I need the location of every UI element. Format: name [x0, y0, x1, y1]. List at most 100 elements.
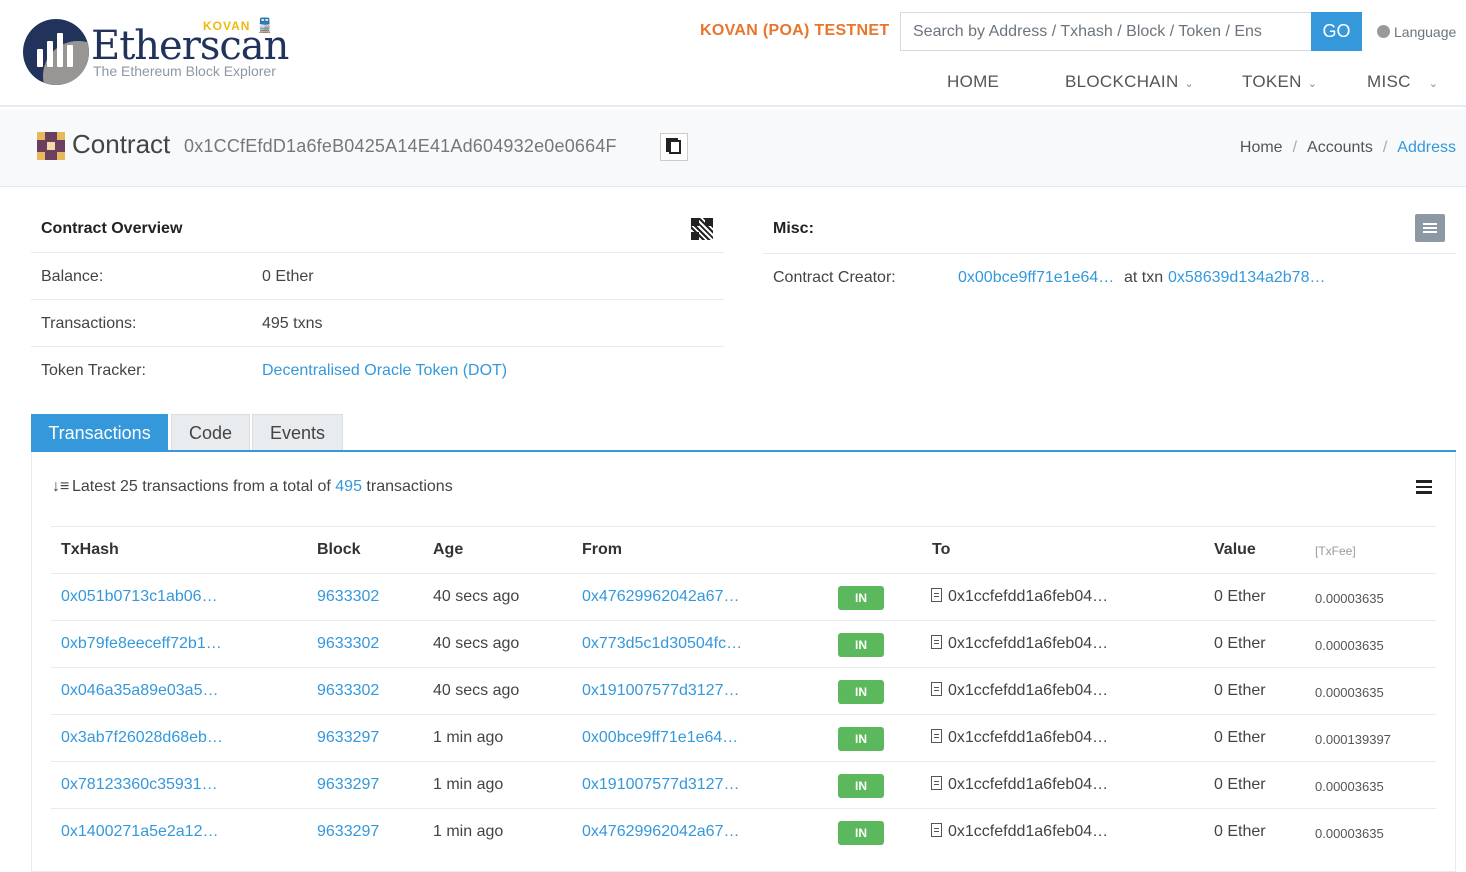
col-txfee[interactable]: [TxFee]: [1315, 544, 1356, 558]
to-address[interactable]: 0x1ccfefdd1a6feb04…: [931, 823, 1108, 841]
contract-file-icon: [931, 823, 942, 837]
from-address-link[interactable]: 0x191007577d3127…: [582, 776, 739, 794]
tx-age: 40 secs ago: [433, 635, 520, 652]
tx-fee: 0.00003635: [1315, 638, 1384, 653]
chevron-down-icon: ⌄: [1184, 78, 1195, 90]
total-transactions-link[interactable]: 495: [335, 478, 362, 495]
tx-hash-link[interactable]: 0x1400271a5e2a12…: [61, 823, 218, 841]
col-to: To: [932, 541, 951, 558]
tx-hash-link[interactable]: 0x051b0713c1ab06…: [61, 588, 218, 606]
col-age: Age: [433, 541, 464, 558]
tx-hash-link[interactable]: 0x046a35a89e03a5…: [61, 682, 218, 700]
direction-badge: IN: [838, 727, 884, 751]
overview-row-balance: Balance: 0 Ether: [31, 252, 724, 299]
tx-hash-link[interactable]: 0x3ab7f26028d68eb…: [61, 729, 223, 747]
col-txhash: TxHash: [61, 541, 119, 558]
tx-value: 0 Ether: [1214, 776, 1266, 793]
col-value: Value: [1214, 541, 1256, 558]
tx-age: 40 secs ago: [433, 682, 520, 699]
from-address-link[interactable]: 0x191007577d3127…: [582, 682, 739, 700]
nav-home[interactable]: HOME: [947, 72, 999, 92]
to-address[interactable]: 0x1ccfefdd1a6feb04…: [931, 635, 1108, 653]
tab-events[interactable]: Events: [252, 414, 343, 451]
block-link[interactable]: 9633297: [317, 729, 379, 747]
from-address-link[interactable]: 0x00bce9ff71e1e64…: [582, 729, 738, 747]
sort-icon: ↓≡: [52, 478, 70, 495]
misc-heading: Misc:: [773, 220, 814, 237]
contract-file-icon: [931, 682, 942, 696]
globe-icon: [1377, 25, 1390, 38]
to-address[interactable]: 0x1ccfefdd1a6feb04…: [931, 729, 1108, 747]
contract-avatar-icon: [37, 132, 65, 160]
breadcrumb: Home / Accounts / Address: [1239, 139, 1456, 156]
creator-txn-link[interactable]: 0x58639d134a2b78…: [1168, 269, 1325, 287]
tx-hash-link[interactable]: 0x78123360c35931…: [61, 776, 218, 794]
block-link[interactable]: 9633302: [317, 682, 379, 700]
search-input[interactable]: [900, 12, 1312, 51]
language-selector[interactable]: Language: [1377, 24, 1456, 40]
to-address[interactable]: 0x1ccfefdd1a6feb04…: [931, 776, 1108, 794]
direction-badge: IN: [838, 774, 884, 798]
menu-icon[interactable]: [1416, 480, 1432, 494]
table-row-divider: [51, 667, 1436, 668]
tx-age: 1 min ago: [433, 776, 504, 793]
overview-row-transactions: Transactions: 495 txns: [31, 299, 724, 346]
direction-badge: IN: [838, 586, 884, 610]
block-link[interactable]: 9633297: [317, 776, 379, 794]
table-row-divider: [51, 714, 1436, 715]
tx-value: 0 Ether: [1214, 729, 1266, 746]
block-link[interactable]: 9633302: [317, 635, 379, 653]
from-address-link[interactable]: 0x47629962042a67…: [582, 588, 739, 606]
tx-value: 0 Ether: [1214, 588, 1266, 605]
creator-address-link[interactable]: 0x00bce9ff71e1e64…: [958, 269, 1114, 287]
contract-overview-heading: Contract Overview: [41, 220, 183, 237]
contract-file-icon: [931, 588, 942, 602]
contract-file-icon: [931, 635, 942, 649]
tx-age: 1 min ago: [433, 823, 504, 840]
contract-file-icon: [931, 776, 942, 790]
col-from: From: [582, 541, 622, 558]
direction-badge: IN: [838, 633, 884, 657]
table-row-divider: [51, 573, 1436, 574]
table-row-divider: [51, 808, 1436, 809]
block-link[interactable]: 9633302: [317, 588, 379, 606]
tx-value: 0 Ether: [1214, 682, 1266, 699]
overview-row-token-tracker: Token Tracker: Decentralised Oracle Token…: [31, 346, 724, 393]
copy-address-button[interactable]: [660, 133, 688, 161]
etherscan-logo[interactable]: Etherscan KOVAN 🚆 The Ethereum Block Exp…: [23, 17, 289, 89]
nav-token[interactable]: TOKEN ⌄: [1242, 72, 1317, 92]
contract-file-icon: [931, 729, 942, 743]
tab-transactions[interactable]: Transactions: [31, 414, 168, 451]
tx-fee: 0.00003635: [1315, 591, 1384, 606]
tx-fee: 0.000139397: [1315, 732, 1391, 747]
tx-hash-link[interactable]: 0xb79fe8eeceff72b1…: [61, 635, 222, 653]
contract-address: 0x1CCfEfdD1a6feB0425A14E41Ad604932e0e066…: [184, 136, 617, 156]
tx-fee: 0.00003635: [1315, 826, 1384, 841]
breadcrumb-accounts[interactable]: Accounts: [1307, 139, 1373, 156]
tx-fee: 0.00003635: [1315, 685, 1384, 700]
qr-code-icon[interactable]: [691, 218, 713, 240]
misc-row-creator: Contract Creator: 0x00bce9ff71e1e64… at …: [763, 253, 1456, 300]
nav-misc[interactable]: MISC ⌄: [1367, 72, 1438, 92]
table-top-border: [51, 526, 1436, 527]
network-label: KOVAN (POA) TESTNET: [700, 22, 890, 39]
logo-network-label: KOVAN: [203, 19, 251, 33]
nav-blockchain[interactable]: BLOCKCHAIN ⌄: [1065, 72, 1194, 92]
to-address[interactable]: 0x1ccfefdd1a6feb04…: [931, 588, 1108, 606]
from-address-link[interactable]: 0x773d5c1d30504fc…: [582, 635, 742, 653]
search-go-button[interactable]: GO: [1311, 12, 1362, 51]
breadcrumb-home[interactable]: Home: [1240, 139, 1283, 156]
tx-age: 40 secs ago: [433, 588, 520, 605]
block-link[interactable]: 9633297: [317, 823, 379, 841]
at-txn-label: at txn: [1124, 269, 1164, 286]
list-icon[interactable]: [1415, 214, 1445, 242]
tab-code[interactable]: Code: [171, 414, 250, 451]
tx-value: 0 Ether: [1214, 635, 1266, 652]
token-tracker-link[interactable]: Decentralised Oracle Token (DOT): [262, 362, 507, 380]
logo-icon: [23, 19, 89, 85]
to-address[interactable]: 0x1ccfefdd1a6feb04…: [931, 682, 1108, 700]
direction-badge: IN: [838, 680, 884, 704]
breadcrumb-address: Address: [1397, 139, 1456, 156]
transactions-panel: [31, 452, 1456, 872]
from-address-link[interactable]: 0x47629962042a67…: [582, 823, 739, 841]
